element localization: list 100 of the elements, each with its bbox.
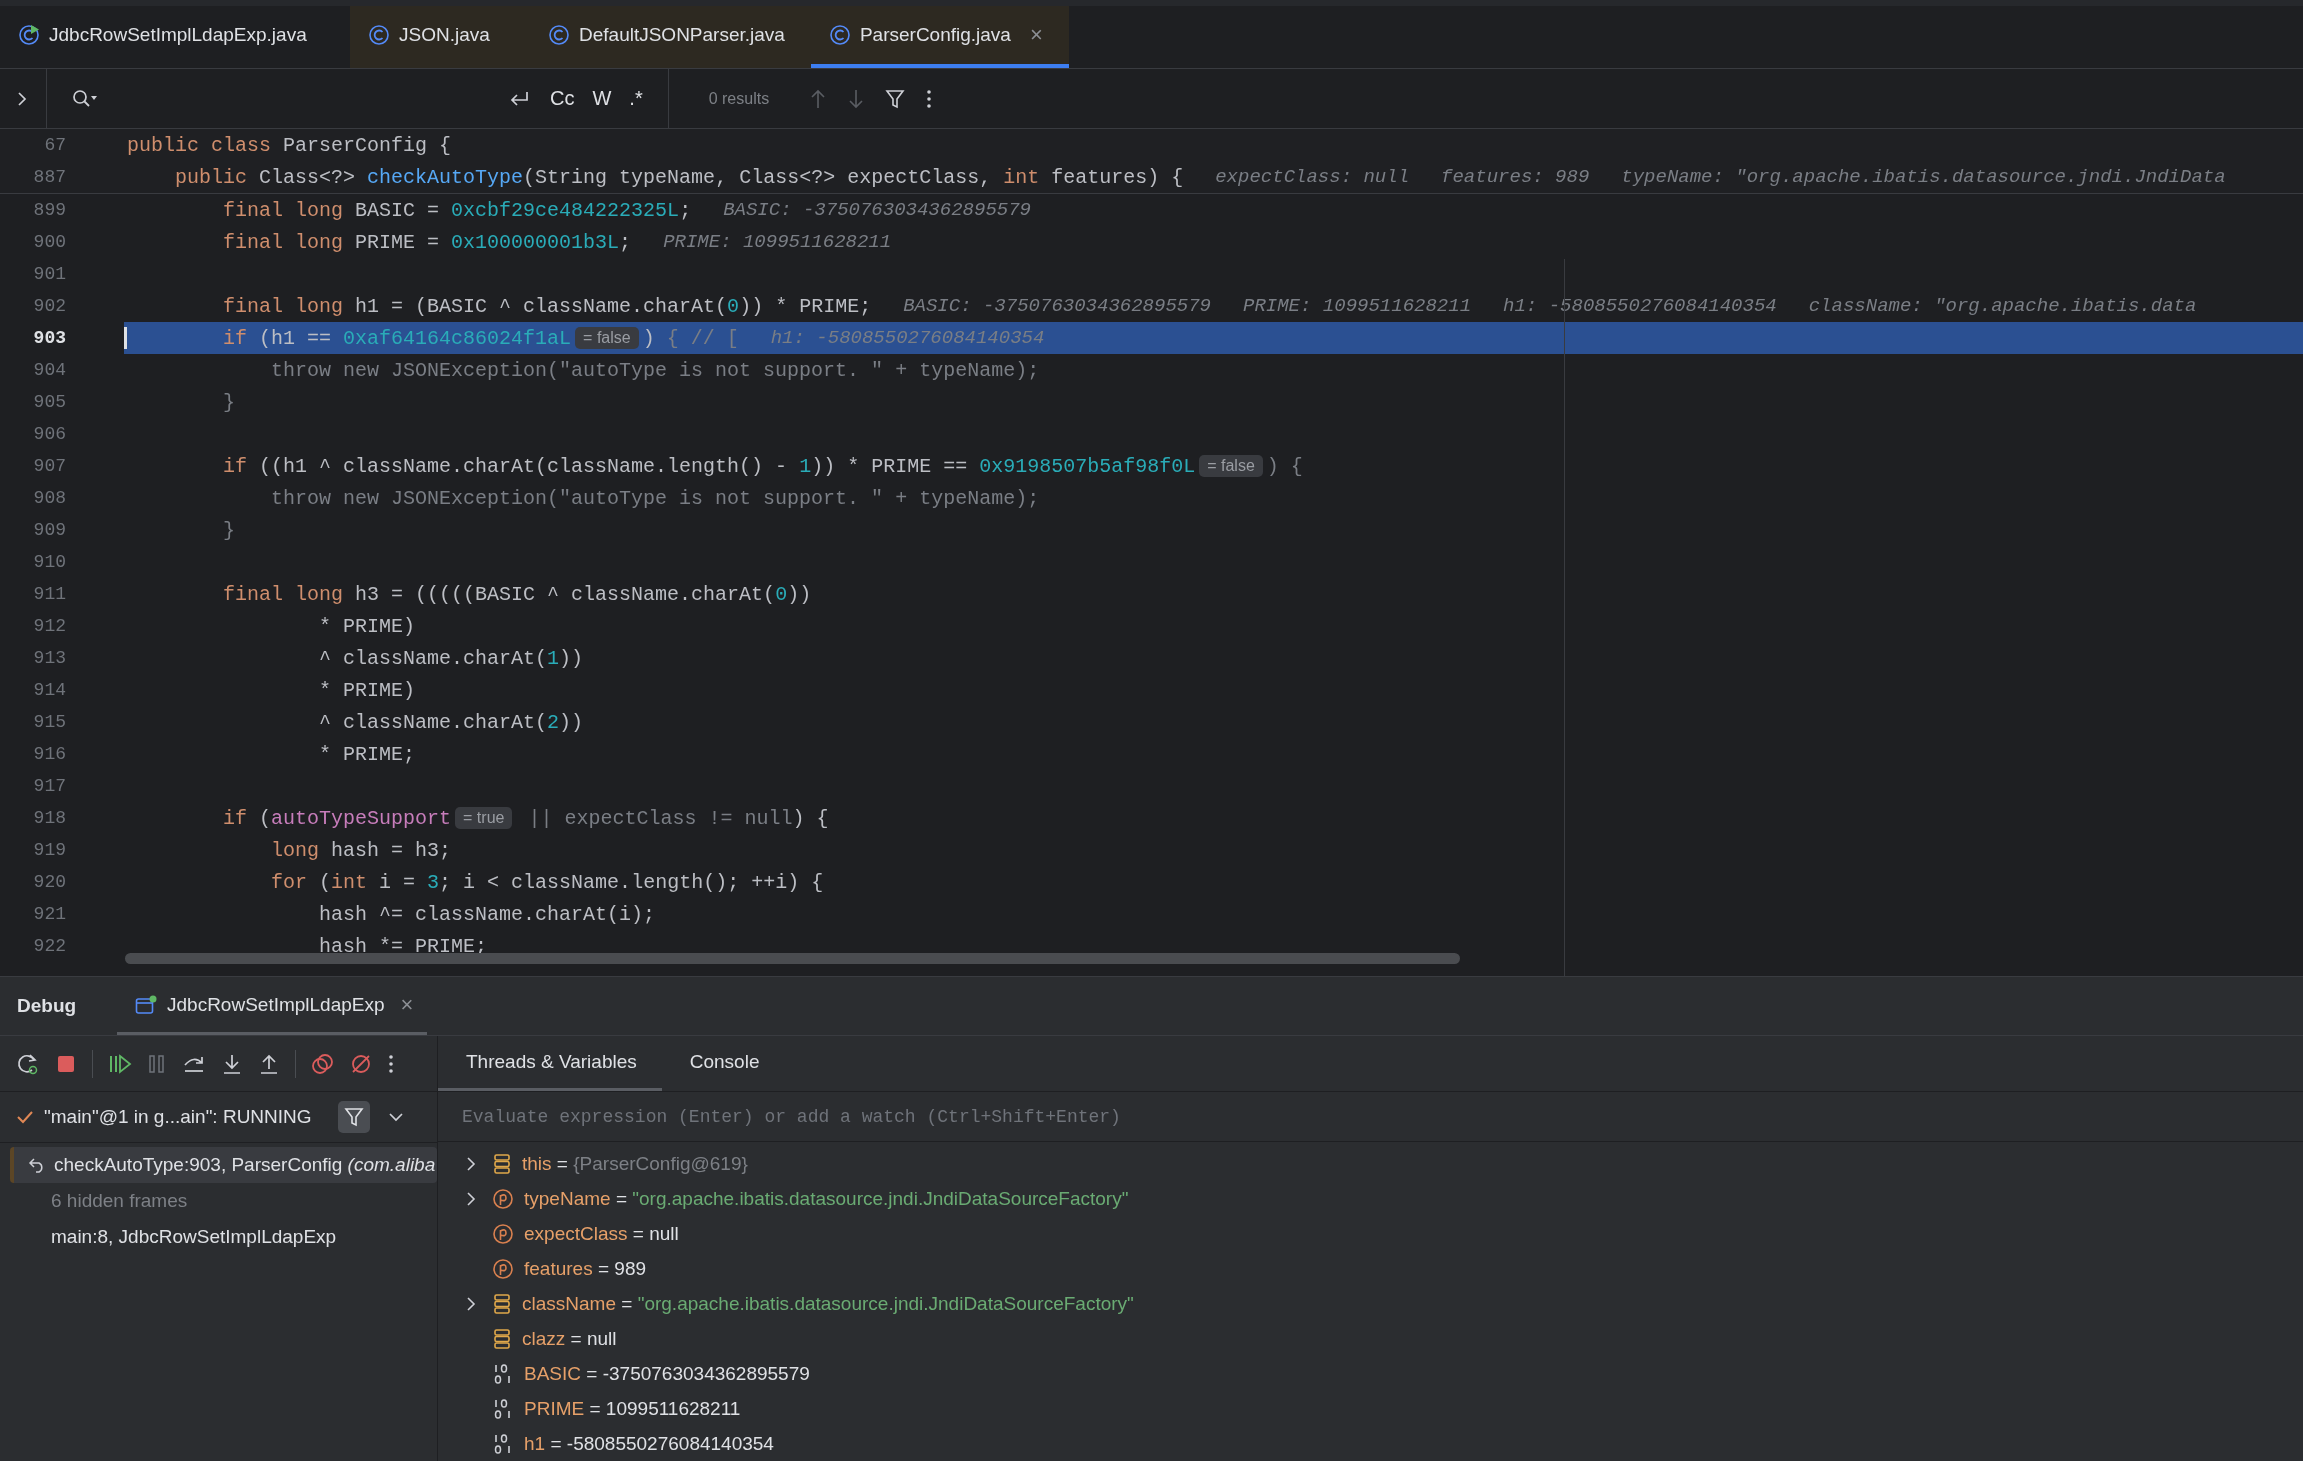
code-text: if ((h1 ^ className.charAt(className.length() - 1)) * PRIME == 0x9198507b5af98f0L — [222, 454, 1196, 478]
inline-value-hint: typeName: "org.apache.ibatis.datasource.jndi.JndiData — [1621, 166, 2226, 188]
code-text: ^ className.charAt(2)) — [318, 710, 584, 734]
variable-entry[interactable]: BASIC = -3750763034362895579 — [524, 1362, 810, 1385]
code-text: for (int i = 3; i < className.length(); ++i) { — [270, 870, 824, 894]
code-text: * PRIME) — [318, 614, 416, 638]
line-number: 918 — [32, 808, 67, 828]
code-text: } — [222, 390, 236, 414]
line-number: 920 — [32, 872, 67, 892]
inline-value-hint: h1: -5808550276084140354 — [1503, 295, 1777, 317]
session-tab[interactable]: JdbcRowSetImplLdapExp × — [117, 977, 428, 1035]
dropdown-chevron-icon[interactable] — [388, 1111, 404, 1123]
editor-tab[interactable]: ParserConfig.java × — [810, 6, 1069, 68]
line-number: 887 — [32, 167, 67, 187]
results-count: 0 results — [708, 89, 770, 108]
code-text: hash ^= className.charAt(i); — [318, 902, 656, 926]
editor-tab[interactable]: JSON.java — [350, 6, 530, 68]
line-number: 67 — [43, 135, 67, 155]
expand-chevron-icon[interactable] — [466, 1190, 476, 1207]
parameter-icon — [492, 1187, 514, 1210]
variable-entry[interactable]: h1 = -5808550276084140354 — [524, 1432, 774, 1455]
search-option-toggle[interactable]: .* — [629, 87, 643, 110]
inline-value-hint: BASIC: -3750763034362895579 — [723, 199, 1031, 221]
variable-entry[interactable]: className = "org.apache.ibatis.datasource.jndi.JndiDataSourceFactory" — [522, 1292, 1134, 1315]
code-text: throw new JSONException("autoType is not support. " + typeName); — [270, 358, 1040, 382]
rerun-icon[interactable] — [16, 1051, 40, 1076]
inline-value-hint: h1: -5808550276084140354 — [770, 327, 1045, 349]
line-number: 919 — [32, 840, 67, 860]
line-number: 916 — [32, 744, 67, 764]
editor-tab[interactable]: DefaultJSONParser.java — [530, 6, 811, 68]
code-text: hash *= PRIME; — [318, 934, 488, 958]
more-icon[interactable] — [387, 1052, 395, 1075]
line-number: 901 — [32, 264, 67, 284]
inline-value-hint: BASIC: -3750763034362895579 — [903, 295, 1211, 317]
code-text: if (autoTypeSupport — [222, 806, 452, 830]
inline-value-hint: features: 989 — [1441, 166, 1590, 188]
code-text: ) { — [1266, 454, 1303, 478]
line-number: 915 — [32, 712, 67, 732]
search-option-toggle[interactable]: Cc — [550, 87, 575, 110]
code-text: final long h1 = (BASIC ^ className.charAt(0)) * PRIME; — [222, 294, 872, 318]
panel-title: Debug — [17, 995, 78, 1017]
variable-entry[interactable]: clazz = null — [522, 1327, 617, 1350]
code-text: final long h3 = (((((BASIC ^ className.charAt(0)) — [222, 582, 812, 606]
more-icon[interactable] — [925, 87, 934, 110]
line-number: 900 — [32, 232, 67, 252]
line-number: 905 — [32, 392, 67, 412]
code-text: || expectClass != null) { — [527, 806, 829, 830]
stack-icon — [492, 1292, 512, 1315]
filter-icon[interactable] — [885, 87, 906, 110]
stack-frame[interactable]: checkAutoType:903, ParserConfig (com.aliba — [10, 1147, 437, 1183]
code-text: long hash = h3; — [270, 838, 452, 862]
filter-icon[interactable] — [338, 1101, 370, 1133]
variable-entry[interactable]: PRIME = 1099511628211 — [524, 1397, 741, 1420]
code-text: ) { // [ — [642, 326, 739, 350]
variable-entry[interactable]: typeName = "org.apache.ibatis.datasource.jndi.JndiDataSourceFactory" — [524, 1187, 1129, 1210]
expand-chevron-icon[interactable] — [466, 1295, 476, 1312]
horizontal-scrollbar[interactable] — [125, 953, 1460, 964]
expand-chevron-icon[interactable] — [16, 90, 28, 107]
line-number: 907 — [32, 456, 67, 476]
line-number: 903 — [32, 328, 67, 348]
code-text: public class ParserConfig { — [127, 133, 452, 157]
variable-entry[interactable]: expectClass = null — [524, 1222, 679, 1245]
line-number: 904 — [32, 360, 67, 380]
step-into-icon[interactable] — [221, 1052, 243, 1075]
line-number: 917 — [32, 776, 67, 796]
line-number: 912 — [32, 616, 67, 636]
line-number: 922 — [32, 936, 67, 956]
check-icon — [16, 1109, 34, 1125]
expand-chevron-icon[interactable] — [466, 1155, 476, 1172]
inlay-value-badge: = false — [575, 327, 639, 349]
class-icon — [368, 24, 390, 46]
runnable-class-icon — [18, 24, 40, 46]
class-icon — [828, 24, 851, 46]
inline-value-hint: expectClass: null — [1215, 166, 1410, 188]
close-icon[interactable]: × — [1029, 22, 1043, 48]
class-icon — [548, 24, 570, 46]
text-caret — [124, 327, 127, 349]
line-number: 921 — [32, 904, 67, 924]
line-number: 909 — [32, 520, 67, 540]
breakpoints-icon[interactable] — [311, 1052, 335, 1075]
thread-selector[interactable]: "main"@1 in g...ain": RUNNING — [44, 1106, 324, 1128]
line-number: 899 — [32, 200, 67, 220]
resume-icon[interactable] — [108, 1052, 132, 1075]
code-text: if (h1 == 0xaf64164c86024f1aL — [222, 326, 572, 350]
code-text: } — [222, 518, 236, 542]
panel-tab[interactable]: Console — [661, 1036, 785, 1091]
next-arrow-icon[interactable] — [847, 87, 866, 110]
inline-value-hint: PRIME: 1099511628211 — [1243, 295, 1472, 317]
search-option-toggle[interactable]: W — [592, 87, 612, 110]
stack-icon — [492, 1327, 512, 1350]
mute-breakpoints-icon[interactable] — [350, 1052, 372, 1075]
stack-frame[interactable]: main:8, JdbcRowSetImplLdapExp — [0, 1219, 437, 1255]
code-text: final long PRIME = 0x100000001b3L; — [222, 230, 632, 254]
step-out-icon[interactable] — [258, 1052, 280, 1075]
inline-value-hint: className: "org.apache.ibatis.data — [1808, 295, 2197, 317]
variable-entry[interactable]: this = {ParserConfig@619} — [522, 1152, 748, 1175]
variable-entry[interactable]: features = 989 — [524, 1257, 647, 1280]
editor-tab[interactable]: JdbcRowSetImplLdapExp.java — [0, 6, 350, 68]
close-icon[interactable]: × — [400, 991, 414, 1018]
return-arrow-icon — [28, 1157, 46, 1173]
